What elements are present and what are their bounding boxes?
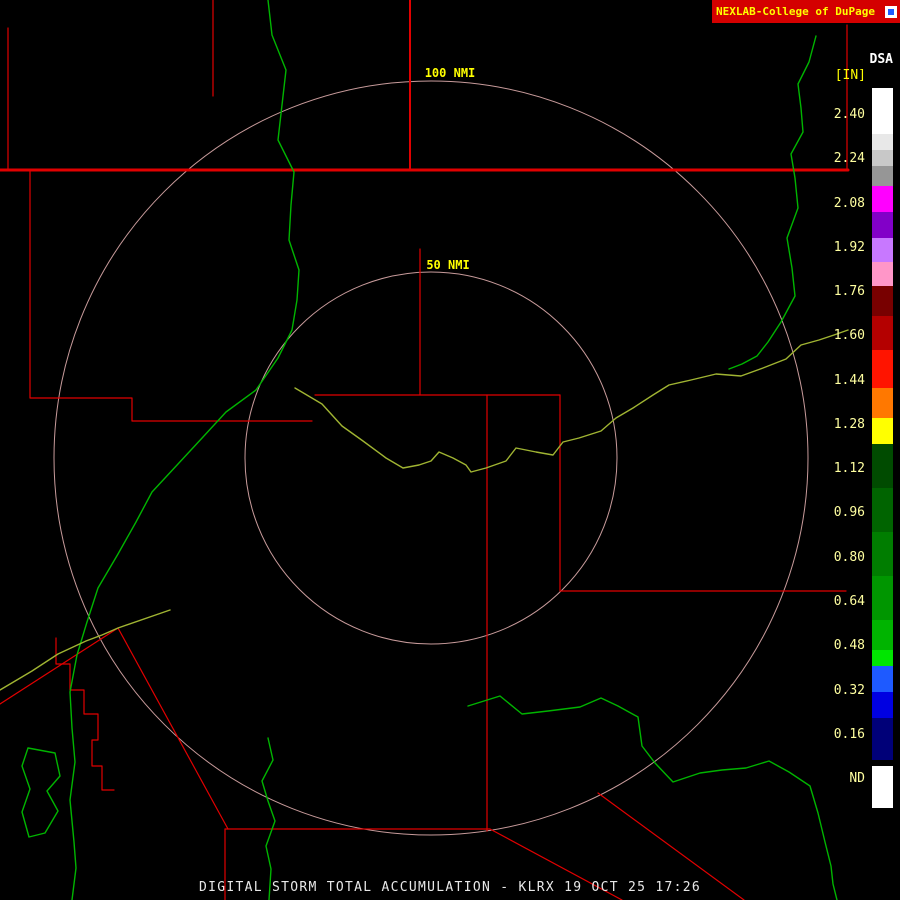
colorbar-segment	[872, 238, 893, 262]
range-rings	[53, 80, 809, 836]
colorbar-segment	[872, 262, 893, 286]
colorbar-segment	[872, 350, 893, 388]
colorbar-segment	[872, 418, 893, 444]
colorbar-segment	[872, 186, 893, 212]
colorbar	[872, 88, 893, 808]
colorbar-segment	[872, 488, 893, 532]
colorbar-segment	[872, 444, 893, 488]
radar-display: 100 NMI 50 NMI NEXLAB-College of DuPage …	[0, 0, 900, 900]
product-units-label: [IN]	[834, 68, 866, 83]
colorbar-segment	[872, 576, 893, 620]
colorbar-segment	[872, 286, 893, 316]
colorbar-segment	[872, 532, 893, 576]
colorbar-segment	[872, 650, 893, 666]
banner-text: NEXLAB-College of DuPage	[716, 5, 875, 18]
colorbar-segment	[872, 666, 893, 692]
rivers	[21, 0, 838, 900]
colorbar-segment	[872, 718, 893, 760]
product-code-label: DSA	[869, 52, 893, 67]
colorbar-segment	[872, 388, 893, 418]
colorbar-segment	[872, 766, 893, 808]
colorbar-segment	[872, 150, 893, 166]
colorbar-segment	[872, 88, 893, 134]
colorbar-segment	[872, 620, 893, 650]
radar-map	[0, 0, 850, 900]
county-boundaries	[0, 0, 850, 900]
range-ring-label-50nmi: 50 NMI	[426, 258, 470, 272]
colorbar-segment	[872, 692, 893, 718]
colorbar-segment	[872, 134, 893, 150]
banner: NEXLAB-College of DuPage	[712, 0, 900, 23]
range-ring-label-100nmi: 100 NMI	[424, 66, 476, 80]
highways	[0, 329, 849, 691]
status-bar: DIGITAL STORM TOTAL ACCUMULATION - KLRX …	[199, 880, 701, 895]
colorbar-segment	[872, 316, 893, 350]
colorbar-segment	[872, 166, 893, 186]
cod-logo-icon	[885, 5, 897, 18]
colorbar-segment	[872, 212, 893, 238]
